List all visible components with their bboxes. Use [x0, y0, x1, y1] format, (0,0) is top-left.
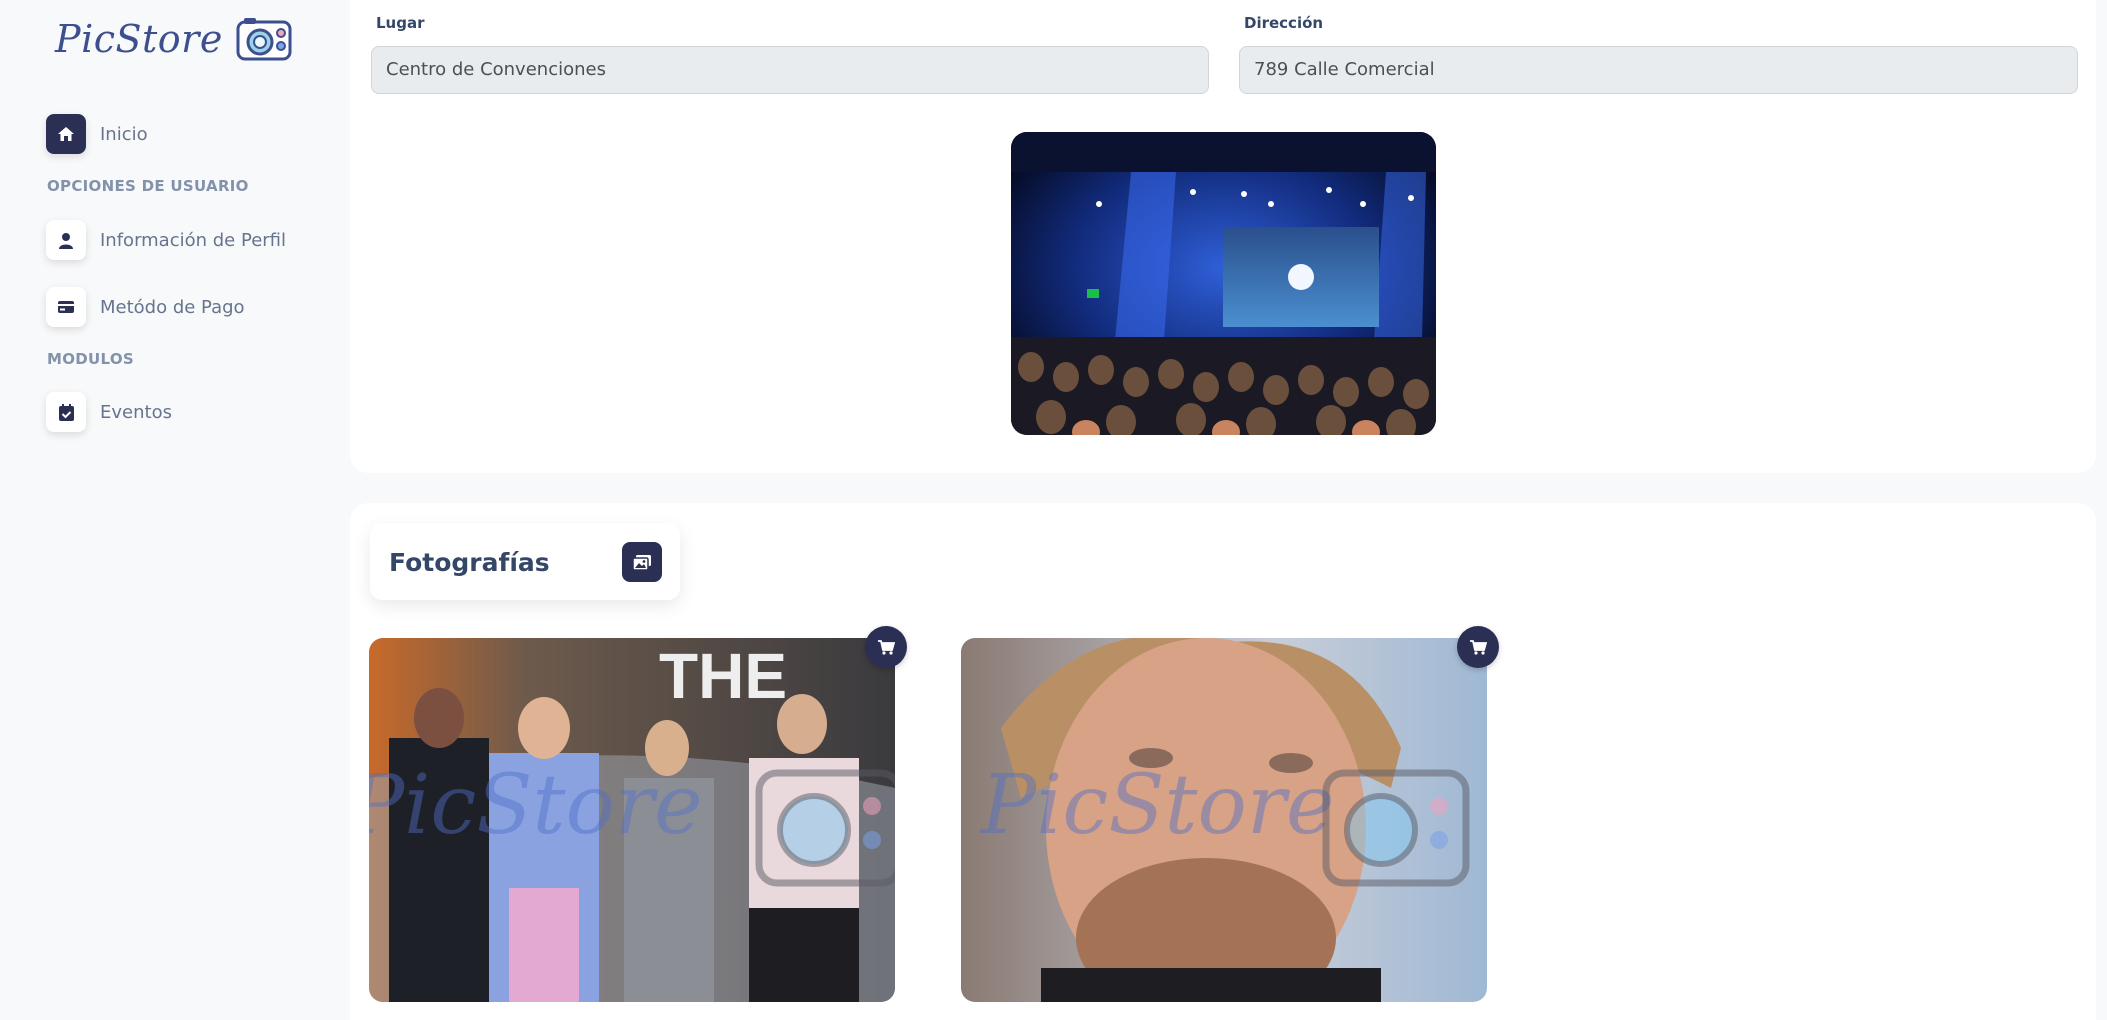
sidebar-item-label: Metódo de Pago	[100, 296, 245, 318]
photos-header: Fotografías	[370, 523, 680, 600]
cart-icon	[877, 639, 895, 655]
watermark-text: PicStore	[981, 758, 1335, 853]
sidebar-item-label: Inicio	[100, 123, 148, 145]
add-to-cart-button[interactable]	[1457, 626, 1499, 668]
photos-button[interactable]	[622, 542, 662, 582]
section-opciones-usuario: OPCIONES DE USUARIO	[47, 177, 249, 195]
images-icon	[633, 554, 651, 570]
lugar-field[interactable]: Centro de Convenciones	[371, 46, 1209, 94]
calendar-check-icon	[46, 392, 86, 432]
lugar-label: Lugar	[376, 14, 425, 32]
sidebar-item-label: Información de Perfil	[100, 229, 287, 251]
sidebar-item-inicio[interactable]: Inicio	[46, 114, 148, 154]
brand-name: PicStore	[55, 17, 223, 61]
watermark-text: PicStore	[369, 758, 703, 853]
sidebar-item-label: Eventos	[100, 401, 172, 423]
photo-thumbnail[interactable]: THE PicStore	[369, 638, 895, 1002]
sidebar: PicStore Inicio OPCIONES DE USUARIO Info…	[0, 0, 345, 1020]
cart-icon	[1469, 639, 1487, 655]
watermark-camera-icon	[1322, 769, 1470, 887]
camera-icon	[236, 18, 292, 61]
watermark-camera-icon	[755, 769, 895, 887]
user-icon	[46, 220, 86, 260]
photo-thumbnail[interactable]: PicStore	[961, 638, 1487, 1002]
sidebar-item-pago[interactable]: Metódo de Pago	[46, 287, 245, 327]
direccion-field[interactable]: 789 Calle Comercial	[1239, 46, 2078, 94]
sidebar-item-eventos[interactable]: Eventos	[46, 392, 172, 432]
home-icon	[46, 114, 86, 154]
event-photo[interactable]	[1011, 132, 1436, 435]
direccion-label: Dirección	[1244, 14, 1324, 32]
brand-logo[interactable]: PicStore	[55, 16, 293, 62]
add-to-cart-button[interactable]	[865, 626, 907, 668]
credit-card-icon	[46, 287, 86, 327]
photos-title: Fotografías	[389, 548, 550, 577]
sidebar-item-perfil[interactable]: Información de Perfil	[46, 220, 286, 260]
section-modulos: MODULOS	[47, 350, 134, 368]
poster-lettering: THE	[659, 640, 787, 712]
